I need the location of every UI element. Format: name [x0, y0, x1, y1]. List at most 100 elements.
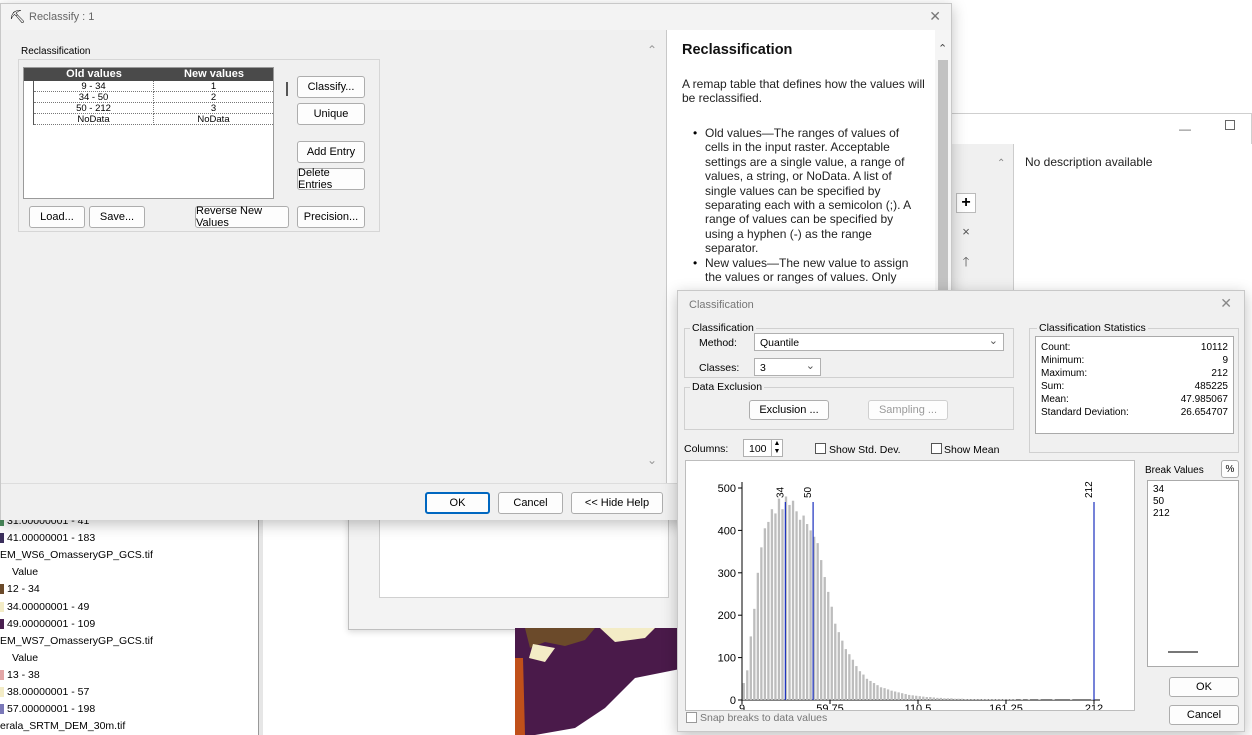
break-value-item[interactable]: 34: [1153, 484, 1233, 496]
maximize-icon[interactable]: [1225, 120, 1235, 130]
columns-stepper[interactable]: 100 ▲ ▼: [743, 439, 783, 457]
row-selector[interactable]: [24, 92, 34, 103]
exclusion-button[interactable]: Exclusion ...: [749, 400, 829, 420]
form-scroll-up-icon[interactable]: ⌃: [647, 43, 657, 57]
legend-list: 31.00000001 - 41 41.00000001 - 183 EM_WS6_…: [0, 512, 258, 735]
save-button[interactable]: Save...: [89, 206, 145, 228]
legend-item[interactable]: 12 - 34: [0, 583, 40, 595]
histogram-bar: [953, 698, 957, 700]
new-value-cell[interactable]: 1: [154, 81, 273, 92]
histogram-bar: [855, 666, 858, 700]
break-list-scroll-thumb[interactable]: [1168, 651, 1198, 653]
cancel-button[interactable]: Cancel: [498, 492, 563, 514]
remap-table[interactable]: Old values New values 9 - 34 1 34 - 50 2 50 …: [23, 67, 274, 199]
table-row[interactable]: 50 - 212 3: [24, 103, 273, 114]
legend-item[interactable]: erala_SRTM_DEM_30m.tif: [0, 720, 125, 732]
stepper-arrows-icon[interactable]: ▲ ▼: [771, 440, 782, 456]
legend-item[interactable]: Value: [12, 566, 38, 578]
table-row[interactable]: 34 - 50 2: [24, 92, 273, 103]
add-icon[interactable]: +: [956, 193, 976, 213]
move-up-icon[interactable]: 🡑: [956, 252, 976, 272]
table-grip[interactable]: [286, 82, 288, 96]
break-list: 34 50 212: [1148, 481, 1238, 523]
legend-item[interactable]: EM_WS6_OmasseryGP_GCS.tif: [0, 549, 153, 561]
histogram-bar: [781, 509, 784, 700]
row-selector[interactable]: [24, 103, 34, 114]
legend-item[interactable]: EM_WS7_OmasseryGP_GCS.tif: [0, 635, 153, 647]
new-value-cell[interactable]: NoData: [154, 114, 273, 125]
break-value-item[interactable]: 212: [1153, 508, 1233, 520]
columns-label: Columns:: [684, 443, 729, 455]
legend-item[interactable]: 41.00000001 - 183: [0, 532, 95, 544]
stat-label: Maximum:: [1041, 368, 1088, 379]
help-scroll-up-icon[interactable]: ⌃: [938, 42, 947, 55]
header-old-values[interactable]: Old values: [34, 68, 154, 81]
legend-swatch: [0, 533, 4, 544]
table-row[interactable]: NoData NoData: [24, 114, 273, 125]
histogram-bar: [901, 693, 904, 700]
legend-item[interactable]: 13 - 38: [0, 669, 40, 681]
precision-button[interactable]: Precision...: [297, 206, 365, 228]
form-scroll-down-icon[interactable]: ⌄: [647, 453, 657, 467]
old-value-cell[interactable]: NoData: [34, 114, 154, 125]
histogram-bar: [918, 696, 921, 700]
unique-button[interactable]: Unique: [297, 103, 365, 125]
remap-rows: 9 - 34 1 34 - 50 2 50 - 212 3 NoData NoData: [24, 81, 273, 125]
classes-select[interactable]: 3 ⌄: [754, 358, 821, 376]
legend-item[interactable]: Value: [12, 652, 38, 664]
row-selector[interactable]: [24, 114, 34, 125]
legend-label: EM_WS7_OmasseryGP_GCS.tif: [0, 634, 153, 647]
histogram-bar: [777, 498, 781, 700]
new-value-cell[interactable]: 2: [154, 92, 273, 103]
legend-item[interactable]: 38.00000001 - 57: [0, 686, 89, 698]
legend-scrollbar[interactable]: [258, 512, 263, 735]
show-std-dev-checkbox[interactable]: [815, 443, 826, 454]
description-text: No description available: [1025, 155, 1153, 169]
stat-row: Count: 10112: [1041, 341, 1228, 354]
snap-breaks-checkbox[interactable]: [686, 712, 697, 723]
show-mean-checkbox[interactable]: [931, 443, 942, 454]
legend-item[interactable]: 57.00000001 - 198: [0, 703, 95, 715]
sampling-button: Sampling ...: [868, 400, 948, 420]
break-value-item[interactable]: 50: [1153, 496, 1233, 508]
histogram-bar: [742, 683, 745, 700]
reverse-new-values-button[interactable]: Reverse New Values: [195, 205, 289, 229]
percent-toggle-button[interactable]: %: [1221, 460, 1239, 478]
classify-button[interactable]: Classify...: [297, 76, 365, 98]
old-value-cell[interactable]: 9 - 34: [34, 81, 154, 92]
method-select[interactable]: Quantile ⌄: [754, 333, 1004, 351]
help-bullet-list: • Old values—The ranges of values of cel…: [693, 126, 925, 284]
new-value-cell[interactable]: 3: [154, 103, 273, 114]
classification-ok-button[interactable]: OK: [1169, 677, 1239, 697]
header-new-values[interactable]: New values: [154, 68, 274, 81]
minimize-icon[interactable]: —: [1179, 122, 1191, 136]
close-icon[interactable]: ✕: [1220, 295, 1232, 312]
histogram-bar: [978, 699, 981, 700]
table-row[interactable]: 9 - 34 1: [24, 81, 273, 92]
legend-item[interactable]: 49.00000001 - 109: [0, 618, 95, 630]
histogram-bar: [960, 698, 964, 700]
legend-item[interactable]: 34.00000001 - 49: [0, 601, 89, 613]
histogram-bar: [767, 521, 770, 700]
add-entry-button[interactable]: Add Entry: [297, 141, 365, 163]
stats-list: Count: 10112 Minimum: 9 Maximum: 212 Sum: 48522…: [1041, 341, 1228, 419]
old-value-cell[interactable]: 34 - 50: [34, 92, 154, 103]
close-icon[interactable]: ✕: [929, 8, 941, 25]
histogram-bar: [950, 698, 953, 700]
row-selector[interactable]: [24, 81, 34, 92]
break-values-list[interactable]: 34 50 212: [1147, 480, 1239, 667]
histogram-bar: [837, 632, 840, 700]
legend-swatch: [0, 601, 4, 612]
remove-icon[interactable]: ×: [956, 222, 976, 242]
classification-statistics-label: Classification Statistics: [1037, 322, 1148, 334]
classification-cancel-button[interactable]: Cancel: [1169, 705, 1239, 725]
legend-label: 12 - 34: [7, 583, 40, 596]
old-value-cell[interactable]: 50 - 212: [34, 103, 154, 114]
histogram-chart[interactable]: 0 100 200 300 400 500 9 59.75 110.5 161.25 212 34 50…: [686, 461, 1134, 715]
load-button[interactable]: Load...: [29, 206, 85, 228]
histogram-bar: [883, 688, 886, 700]
hide-help-button[interactable]: << Hide Help: [571, 492, 663, 514]
scroll-up-icon[interactable]: ⌃: [997, 158, 1005, 169]
delete-entries-button[interactable]: Delete Entries: [297, 167, 365, 191]
ok-button[interactable]: OK: [425, 492, 490, 514]
